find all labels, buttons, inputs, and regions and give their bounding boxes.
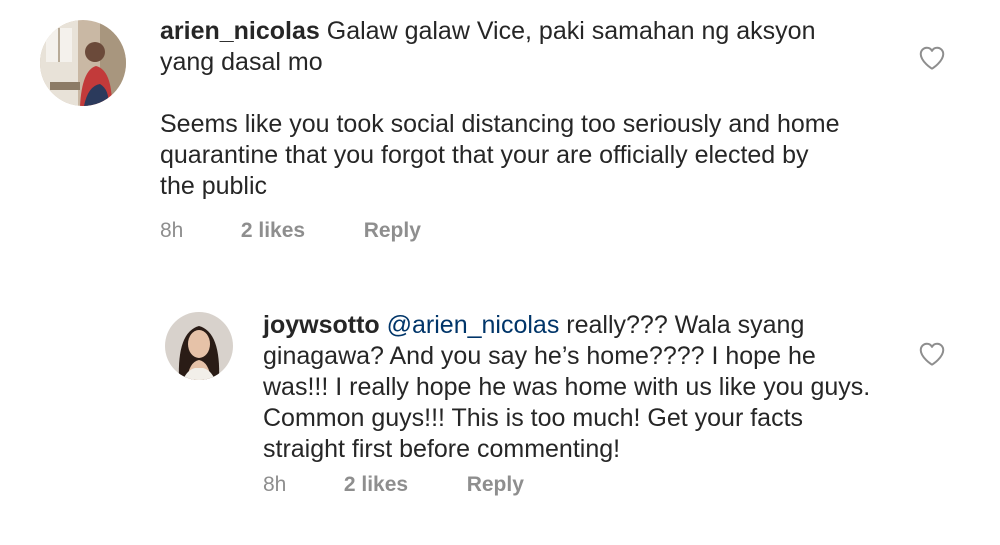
avatar[interactable] [40,20,126,106]
heart-outline-icon[interactable] [917,43,947,73]
comment-timestamp: 8h [263,473,287,496]
comment-meta: 8h 2 likes Reply [263,473,524,497]
comment-likes-count[interactable]: 2 likes [344,473,461,497]
avatar[interactable] [165,312,233,380]
reply-button[interactable]: Reply [364,219,421,243]
mention-link[interactable]: @arien_nicolas [387,311,560,339]
comment-body: arien_nicolas Galaw galaw Vice, paki sam… [160,16,850,202]
comment-username[interactable]: arien_nicolas [160,17,320,45]
comment-username[interactable]: joywsotto [263,311,380,339]
comment-timestamp: 8h [160,219,184,242]
comment-meta: 8h 2 likes Reply [160,219,421,243]
comment-text-paragraph: Seems like you took social distancing to… [160,110,840,200]
avatar-image [40,20,126,106]
avatar-image [165,312,233,380]
comment-likes-count[interactable]: 2 likes [241,219,358,243]
comment-body: joywsotto @arien_nicolas really??? Wala … [263,310,873,465]
reply-button[interactable]: Reply [467,473,524,497]
comments-thread: arien_nicolas Galaw galaw Vice, paki sam… [0,0,1000,545]
heart-outline-icon[interactable] [917,339,947,369]
